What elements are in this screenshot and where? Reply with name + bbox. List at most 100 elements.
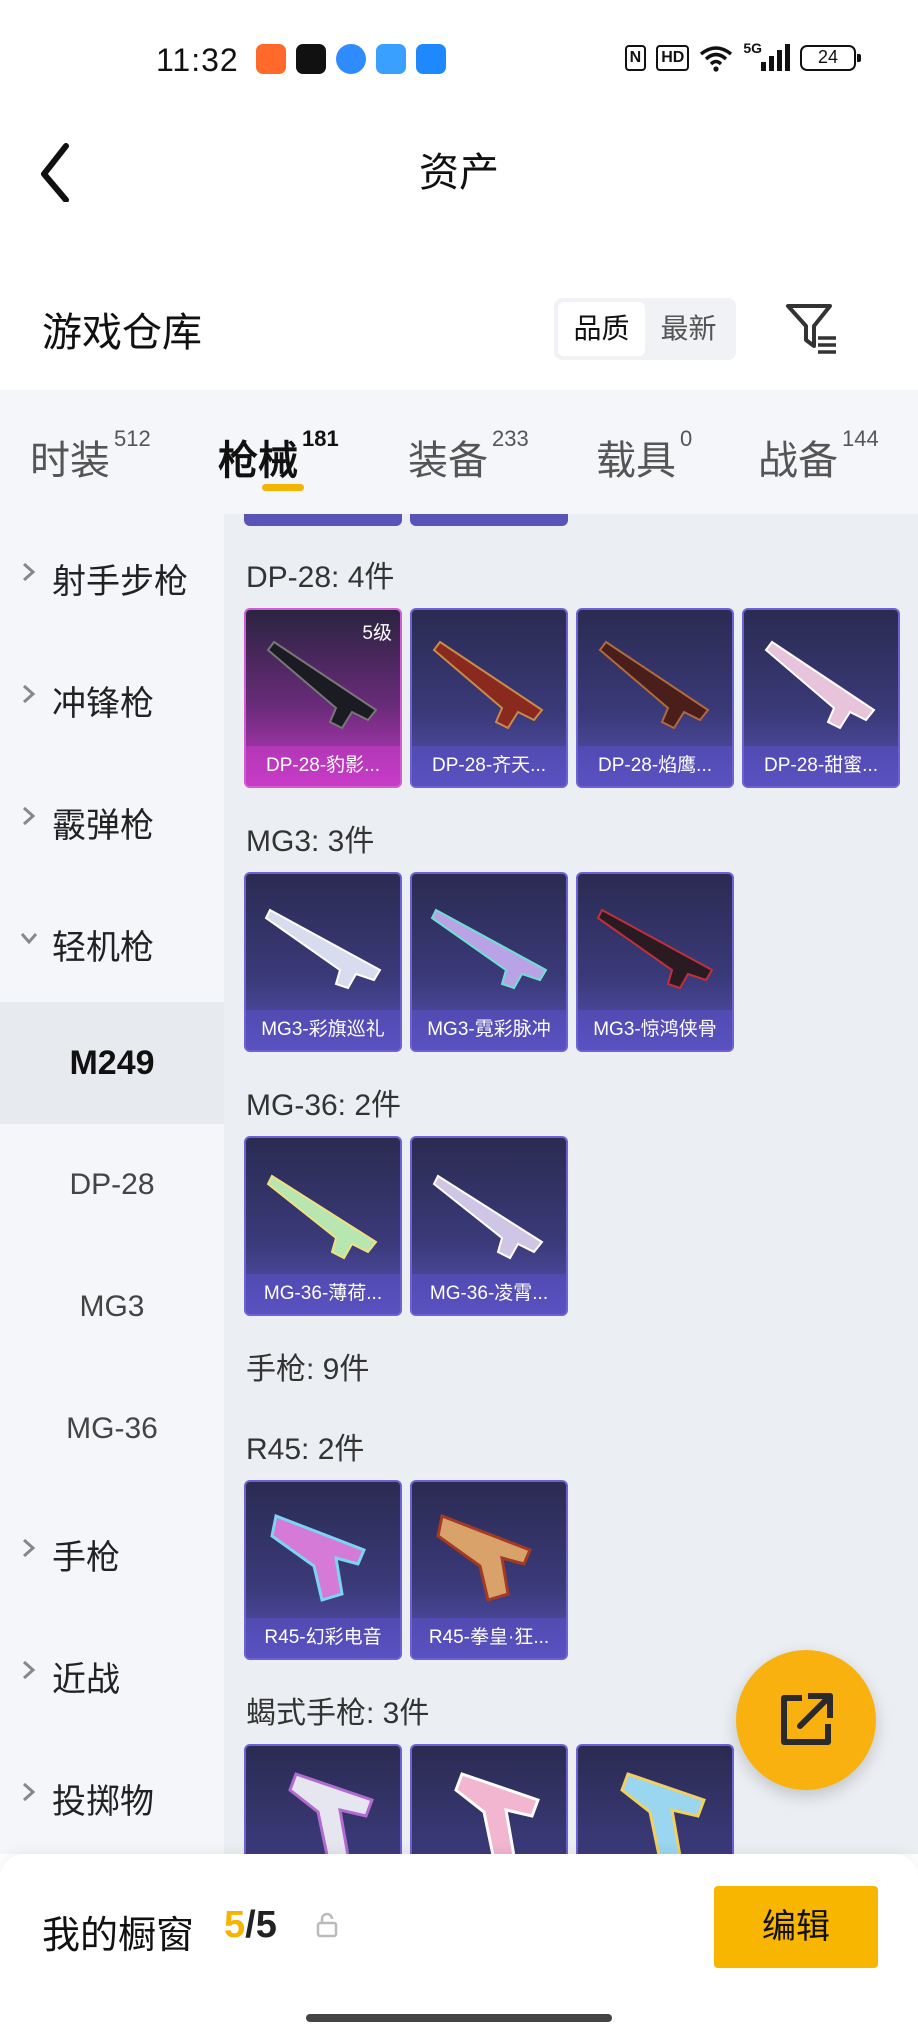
item-card-partial[interactable] bbox=[244, 514, 402, 526]
tab-label: 载具 bbox=[596, 439, 676, 483]
item-name: R45-幻彩电音 bbox=[246, 1618, 400, 1658]
sidebar-item-label: 射手步枪 bbox=[52, 563, 188, 601]
item-card[interactable]: MG3-彩旗巡礼 bbox=[244, 872, 402, 1052]
sort-by-quality-button[interactable]: 品质 bbox=[558, 302, 645, 356]
tab-fashion[interactable]: 时装512 bbox=[30, 426, 151, 486]
sidebar-item-label: 近战 bbox=[52, 1661, 120, 1699]
share-button[interactable] bbox=[736, 1650, 876, 1790]
tab-label: 枪械 bbox=[218, 439, 298, 483]
filter-icon bbox=[786, 304, 836, 354]
lmg-skin-icon bbox=[596, 908, 714, 990]
share-icon bbox=[781, 1693, 833, 1745]
sidebar-item-label: 轻机枪 bbox=[52, 929, 154, 967]
tab-label: 装备 bbox=[408, 439, 488, 483]
item-card[interactable] bbox=[244, 1744, 402, 1854]
sidebar-item-throwables[interactable]: 投掷物 bbox=[0, 1734, 224, 1856]
section-title: MG-36: 2件 bbox=[246, 1089, 402, 1122]
filter-button[interactable] bbox=[784, 300, 840, 356]
sidebar-item-lmg[interactable]: 轻机枪 bbox=[0, 880, 224, 1002]
item-name: MG3-惊鸿侠骨 bbox=[578, 1010, 732, 1050]
category-tabs: 时装512 枪械181 装备233 载具0 战备144 bbox=[0, 390, 918, 514]
item-card-partial[interactable] bbox=[410, 514, 568, 526]
status-indicators: N HD 5G 24 bbox=[624, 40, 861, 72]
game-app-icon bbox=[256, 44, 286, 74]
pistol-skin-icon bbox=[454, 1772, 540, 1854]
status-time: 11:32 bbox=[156, 42, 239, 78]
showcase-count: 5/5 bbox=[224, 1904, 277, 1947]
notification-icons bbox=[256, 44, 446, 74]
item-card[interactable]: MG3-霓彩脉冲 bbox=[410, 872, 568, 1052]
chevron-right-icon bbox=[23, 684, 36, 704]
showcase-label: 我的橱窗 bbox=[42, 1915, 195, 1957]
item-card[interactable] bbox=[576, 1744, 734, 1854]
page-title: 资产 bbox=[419, 151, 499, 195]
item-name: DP-28-豹影... bbox=[246, 746, 400, 786]
sidebar-item-melee[interactable]: 近战 bbox=[0, 1612, 224, 1734]
tab-equipment[interactable]: 装备233 bbox=[408, 426, 529, 486]
tab-firearms[interactable]: 枪械181 bbox=[218, 426, 339, 486]
item-card[interactable]: R45-拳皇·狂... bbox=[410, 1480, 568, 1660]
showcase-current: 5 bbox=[224, 1904, 246, 1946]
section-title: DP-28: 4件 bbox=[246, 561, 395, 594]
showcase-total: /5 bbox=[245, 1904, 277, 1946]
store-app-icon bbox=[416, 44, 446, 74]
section-title: 手枪: 9件 bbox=[246, 1353, 370, 1386]
item-card[interactable]: MG-36-凌霄... bbox=[410, 1136, 568, 1316]
item-card[interactable] bbox=[410, 1744, 568, 1854]
lmg-skin-icon bbox=[764, 640, 876, 730]
tab-vehicles[interactable]: 载具0 bbox=[596, 426, 693, 486]
tab-count: 233 bbox=[492, 426, 529, 451]
network-type-label: 5G bbox=[743, 40, 762, 56]
home-indicator[interactable] bbox=[306, 2014, 612, 2022]
sidebar-subitem-dp28[interactable]: DP-28 bbox=[0, 1124, 224, 1246]
chevron-right-icon bbox=[23, 1538, 36, 1558]
browser-app-icon bbox=[336, 44, 366, 74]
sidebar-item-shotgun[interactable]: 霰弹枪 bbox=[0, 758, 224, 880]
section-title: 蝎式手枪: 3件 bbox=[246, 1697, 430, 1730]
lmg-skin-icon bbox=[430, 908, 548, 990]
item-name: MG-36-凌霄... bbox=[412, 1274, 566, 1314]
revolver-skin-icon bbox=[270, 1513, 366, 1602]
item-card[interactable]: R45-幻彩电音 bbox=[244, 1480, 402, 1660]
sidebar-item-smg[interactable]: 冲锋枪 bbox=[0, 636, 224, 758]
tab-supplies[interactable]: 战备144 bbox=[758, 426, 879, 486]
signal-icon bbox=[761, 44, 790, 71]
chevron-down-icon bbox=[20, 933, 38, 945]
sort-by-newest-button[interactable]: 最新 bbox=[645, 302, 732, 356]
item-name: DP-28-甜蜜... bbox=[744, 746, 898, 786]
sidebar-item-label: 冲锋枪 bbox=[52, 685, 154, 723]
item-card[interactable]: MG-36-薄荷... bbox=[244, 1136, 402, 1316]
tab-count: 0 bbox=[680, 426, 693, 451]
lock-icon bbox=[316, 1912, 338, 1938]
edit-button[interactable]: 编辑 bbox=[714, 1886, 878, 1968]
sidebar-subitem-mg3[interactable]: MG3 bbox=[0, 1246, 224, 1368]
sidebar-item-marksman-rifle[interactable]: 射手步枪 bbox=[0, 514, 224, 636]
sidebar-subitem-m249[interactable]: M249 bbox=[0, 1002, 224, 1124]
item-card[interactable]: MG3-惊鸿侠骨 bbox=[576, 872, 734, 1052]
section-title: R45: 2件 bbox=[246, 1433, 365, 1466]
chevron-right-icon bbox=[23, 806, 36, 826]
status-bar: 11:32 N HD 5G 24 bbox=[0, 0, 918, 120]
sidebar-item-pistol[interactable]: 手枪 bbox=[0, 1490, 224, 1612]
item-card[interactable]: DP-28-焰鹰... bbox=[576, 608, 734, 788]
chevron-right-icon bbox=[23, 1660, 36, 1680]
sidebar-subitem-mg36[interactable]: MG-36 bbox=[0, 1368, 224, 1490]
tiktok-app-icon bbox=[296, 44, 326, 74]
sort-toggle: 品质 最新 bbox=[554, 298, 736, 360]
wifi-icon bbox=[700, 46, 733, 72]
tab-count: 512 bbox=[114, 426, 151, 451]
tab-label: 时装 bbox=[30, 439, 110, 483]
item-card[interactable]: DP-28-甜蜜... bbox=[742, 608, 900, 788]
wallet-app-icon bbox=[376, 44, 406, 74]
item-name: MG3-彩旗巡礼 bbox=[246, 1010, 400, 1050]
chevron-right-icon bbox=[23, 562, 36, 582]
lmg-skin-icon bbox=[264, 908, 382, 990]
nfc-icon: N bbox=[624, 45, 647, 71]
pistol-skin-icon bbox=[288, 1772, 374, 1854]
battery-icon: 24 bbox=[800, 45, 861, 71]
hd-icon: HD bbox=[656, 45, 690, 71]
chevron-right-icon bbox=[23, 1782, 36, 1802]
item-card[interactable]: DP-28-齐天... bbox=[410, 608, 568, 788]
item-card[interactable]: 5级 DP-28-豹影... bbox=[244, 608, 402, 788]
tab-count: 181 bbox=[302, 426, 339, 451]
